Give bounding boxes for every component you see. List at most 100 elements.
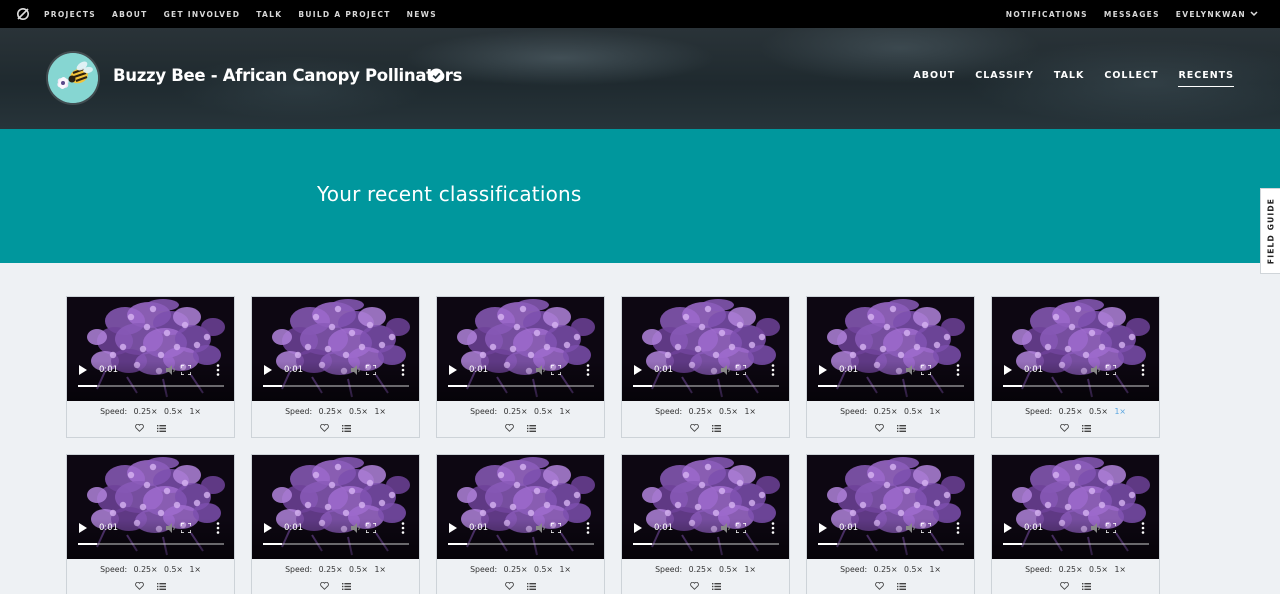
- fullscreen-icon[interactable]: [1106, 365, 1116, 375]
- fullscreen-icon[interactable]: [181, 365, 191, 375]
- add-to-collection-button[interactable]: [338, 421, 356, 435]
- favorite-button[interactable]: [1056, 421, 1074, 435]
- fullscreen-icon[interactable]: [366, 365, 376, 375]
- more-vertical-icon[interactable]: [401, 522, 405, 534]
- play-icon[interactable]: [634, 523, 642, 533]
- play-icon[interactable]: [634, 365, 642, 375]
- video-progress-bar[interactable]: [263, 543, 409, 545]
- site-nav-get-involved[interactable]: GET INVOLVED: [164, 10, 241, 19]
- project-avatar[interactable]: [48, 53, 98, 103]
- play-icon[interactable]: [449, 523, 457, 533]
- more-vertical-icon[interactable]: [401, 364, 405, 376]
- speed-option-0.5[interactable]: 0.5×: [164, 565, 183, 574]
- add-to-collection-button[interactable]: [893, 579, 911, 593]
- subject-video[interactable]: 0:01: [807, 297, 974, 401]
- subject-video[interactable]: 0:01: [807, 455, 974, 559]
- add-to-collection-button[interactable]: [523, 421, 541, 435]
- play-icon[interactable]: [1004, 365, 1012, 375]
- speed-option-1[interactable]: 1×: [929, 565, 941, 574]
- speed-option-1[interactable]: 1×: [929, 407, 941, 416]
- favorite-button[interactable]: [686, 421, 704, 435]
- volume-icon[interactable]: [351, 523, 361, 533]
- volume-icon[interactable]: [1091, 523, 1101, 533]
- speed-option-0.25[interactable]: 0.25×: [689, 565, 713, 574]
- more-vertical-icon[interactable]: [956, 364, 960, 376]
- favorite-button[interactable]: [501, 579, 519, 593]
- more-vertical-icon[interactable]: [586, 522, 590, 534]
- site-nav-projects[interactable]: PROJECTS: [44, 10, 96, 19]
- fullscreen-icon[interactable]: [551, 365, 561, 375]
- subject-video[interactable]: 0:01: [67, 455, 234, 559]
- speed-option-1[interactable]: 1×: [744, 407, 756, 416]
- more-vertical-icon[interactable]: [586, 364, 590, 376]
- site-nav-build-a-project[interactable]: BUILD A PROJECT: [298, 10, 390, 19]
- add-to-collection-button[interactable]: [708, 579, 726, 593]
- speed-option-0.5[interactable]: 0.5×: [719, 407, 738, 416]
- site-nav-messages[interactable]: MESSAGES: [1104, 10, 1160, 19]
- volume-icon[interactable]: [351, 365, 361, 375]
- add-to-collection-button[interactable]: [153, 421, 171, 435]
- play-icon[interactable]: [264, 523, 272, 533]
- speed-option-1[interactable]: 1×: [559, 565, 571, 574]
- subject-video[interactable]: 0:01: [67, 297, 234, 401]
- speed-option-1[interactable]: 1×: [374, 565, 386, 574]
- video-progress-bar[interactable]: [263, 385, 409, 387]
- subject-video[interactable]: 0:01: [437, 455, 604, 559]
- subject-video[interactable]: 0:01: [252, 297, 419, 401]
- favorite-button[interactable]: [131, 579, 149, 593]
- speed-option-1[interactable]: 1×: [189, 565, 201, 574]
- project-nav-classify[interactable]: CLASSIFY: [975, 70, 1034, 87]
- speed-option-0.25[interactable]: 0.25×: [689, 407, 713, 416]
- speed-option-1[interactable]: 1×: [189, 407, 201, 416]
- add-to-collection-button[interactable]: [523, 579, 541, 593]
- speed-option-0.25[interactable]: 0.25×: [319, 407, 343, 416]
- play-icon[interactable]: [79, 365, 87, 375]
- favorite-button[interactable]: [316, 579, 334, 593]
- subject-video[interactable]: 0:01: [622, 297, 789, 401]
- more-vertical-icon[interactable]: [216, 364, 220, 376]
- speed-option-0.5[interactable]: 0.5×: [349, 565, 368, 574]
- fullscreen-icon[interactable]: [736, 523, 746, 533]
- fullscreen-icon[interactable]: [366, 523, 376, 533]
- speed-option-0.5[interactable]: 0.5×: [534, 565, 553, 574]
- favorite-button[interactable]: [316, 421, 334, 435]
- speed-option-0.5[interactable]: 0.5×: [164, 407, 183, 416]
- volume-icon[interactable]: [166, 523, 176, 533]
- play-icon[interactable]: [264, 365, 272, 375]
- favorite-button[interactable]: [501, 421, 519, 435]
- project-nav-talk[interactable]: TALK: [1054, 70, 1085, 87]
- more-vertical-icon[interactable]: [1141, 522, 1145, 534]
- speed-option-0.5[interactable]: 0.5×: [1089, 407, 1108, 416]
- speed-option-0.5[interactable]: 0.5×: [904, 565, 923, 574]
- speed-option-0.25[interactable]: 0.25×: [1059, 407, 1083, 416]
- volume-icon[interactable]: [166, 365, 176, 375]
- fullscreen-icon[interactable]: [921, 365, 931, 375]
- volume-icon[interactable]: [1091, 365, 1101, 375]
- fullscreen-icon[interactable]: [551, 523, 561, 533]
- speed-option-0.5[interactable]: 0.5×: [719, 565, 738, 574]
- video-progress-bar[interactable]: [1003, 543, 1149, 545]
- site-nav-about[interactable]: ABOUT: [112, 10, 148, 19]
- subject-video[interactable]: 0:01: [992, 297, 1159, 401]
- favorite-button[interactable]: [871, 421, 889, 435]
- speed-option-0.25[interactable]: 0.25×: [134, 407, 158, 416]
- add-to-collection-button[interactable]: [153, 579, 171, 593]
- site-nav-news[interactable]: NEWS: [407, 10, 437, 19]
- speed-option-0.25[interactable]: 0.25×: [1059, 565, 1083, 574]
- add-to-collection-button[interactable]: [708, 421, 726, 435]
- play-icon[interactable]: [819, 365, 827, 375]
- video-progress-bar[interactable]: [448, 543, 594, 545]
- volume-icon[interactable]: [536, 365, 546, 375]
- add-to-collection-button[interactable]: [1078, 421, 1096, 435]
- subject-video[interactable]: 0:01: [992, 455, 1159, 559]
- play-icon[interactable]: [1004, 523, 1012, 533]
- speed-option-1[interactable]: 1×: [559, 407, 571, 416]
- add-to-collection-button[interactable]: [893, 421, 911, 435]
- volume-icon[interactable]: [721, 523, 731, 533]
- subject-video[interactable]: 0:01: [437, 297, 604, 401]
- volume-icon[interactable]: [536, 523, 546, 533]
- speed-option-0.5[interactable]: 0.5×: [349, 407, 368, 416]
- favorite-button[interactable]: [131, 421, 149, 435]
- speed-option-0.25[interactable]: 0.25×: [319, 565, 343, 574]
- speed-option-0.5[interactable]: 0.5×: [1089, 565, 1108, 574]
